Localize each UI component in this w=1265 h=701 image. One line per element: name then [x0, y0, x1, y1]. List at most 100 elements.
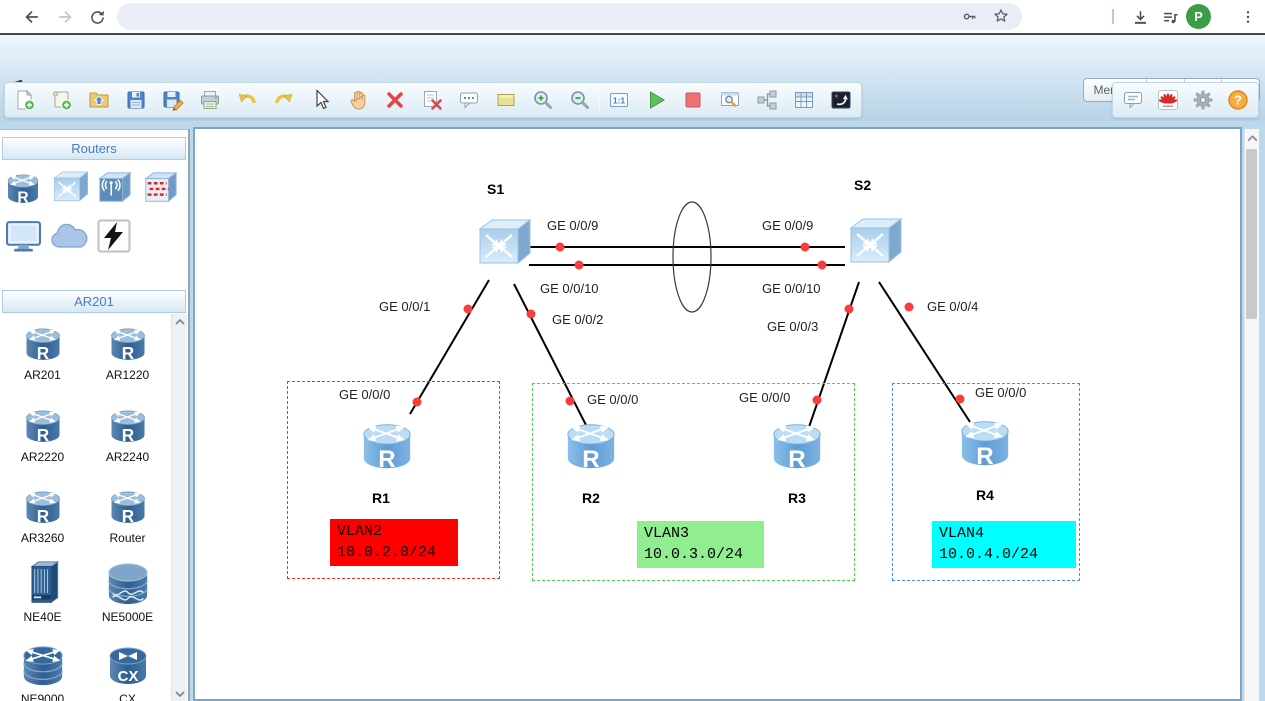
node-switch-s1[interactable]	[472, 217, 532, 276]
redo-icon	[272, 88, 296, 112]
canvas-scroll-up-icon[interactable]	[1245, 134, 1259, 143]
packet-capture-button[interactable]	[718, 88, 742, 112]
bookmark-star-icon[interactable]	[992, 7, 1010, 25]
actual-size-button[interactable]: 1:1	[607, 88, 631, 112]
save-button[interactable]	[124, 88, 148, 112]
toolbar-separator	[1112, 9, 1114, 24]
router-device-icon	[106, 324, 150, 364]
device-item-ar201[interactable]: AR201	[0, 318, 85, 382]
device-label: CX	[119, 692, 136, 701]
zoom-in-button[interactable]	[531, 88, 555, 112]
device-item-ar1220[interactable]: AR1220	[85, 318, 170, 382]
back-icon[interactable]	[19, 4, 45, 30]
device-item-ne40e[interactable]: NE40E	[0, 560, 85, 624]
huawei-button[interactable]	[1156, 88, 1180, 112]
port-label-r3-ge0: GE 0/0/0	[739, 390, 790, 405]
print-button[interactable]	[198, 88, 222, 112]
save-icon	[124, 88, 148, 112]
category-terminal-button[interactable]	[3, 216, 43, 256]
note-tool-button[interactable]	[494, 88, 518, 112]
device-item-ar2240[interactable]: AR2240	[85, 400, 170, 464]
open-topology-button[interactable]	[87, 88, 111, 112]
pan-mode-button[interactable]	[346, 88, 370, 112]
category-wlan-button[interactable]	[94, 168, 134, 208]
category-firewall-button[interactable]	[140, 168, 180, 208]
new-topology-button[interactable]	[13, 88, 37, 112]
console-icon	[829, 88, 853, 112]
main-toolbar: 1:1	[4, 82, 862, 118]
help-button[interactable]: ?	[1226, 88, 1250, 112]
sidebar-header-routers[interactable]: Routers	[2, 137, 186, 160]
delete-all-button[interactable]	[420, 88, 444, 112]
forward-icon[interactable]	[52, 4, 78, 30]
lag-ellipse-annotation[interactable]	[673, 202, 711, 312]
vlan-subnet: 10.0.3.0/24	[644, 544, 757, 565]
category-connection-button[interactable]	[94, 216, 134, 256]
device-item-ar3260[interactable]: AR3260	[0, 481, 85, 545]
vlan4-note[interactable]: VLAN4 10.0.4.0/24	[932, 521, 1076, 568]
device-item-router[interactable]: Router	[85, 481, 170, 545]
new-test-paper-button[interactable]	[50, 88, 74, 112]
reload-icon[interactable]	[84, 4, 110, 30]
device-label: AR2240	[106, 450, 149, 464]
select-mode-button[interactable]	[309, 88, 333, 112]
node-switch-s2[interactable]	[843, 216, 903, 275]
undo-button[interactable]	[235, 88, 259, 112]
canvas-scrollbar-thumb[interactable]	[1246, 149, 1257, 319]
node-router-r1[interactable]	[356, 418, 418, 479]
toolbar-divider	[599, 88, 600, 112]
help-icon: ?	[1226, 88, 1250, 112]
address-bar[interactable]	[117, 3, 1022, 30]
category-switch-button[interactable]	[49, 168, 89, 208]
save-as-button[interactable]	[161, 88, 185, 112]
node-router-r3[interactable]	[766, 418, 828, 479]
address-table-button[interactable]	[792, 88, 816, 112]
router-device-icon	[21, 324, 65, 364]
download-icon[interactable]	[1127, 4, 1153, 30]
vlan-name: VLAN2	[337, 521, 451, 542]
select-cursor-icon	[309, 88, 333, 112]
hand-icon	[346, 88, 370, 112]
port-label-r2-ge0: GE 0/0/0	[587, 392, 638, 407]
sidebar-scrollbar[interactable]	[171, 314, 187, 701]
topology-canvas[interactable]: S1 S2 R1 R2 R3 R4 GE 0/0/9 GE 0/0/10 GE …	[193, 127, 1242, 701]
delete-button[interactable]	[383, 88, 407, 112]
category-router-button[interactable]	[3, 168, 43, 208]
node-router-r4[interactable]	[954, 415, 1016, 476]
settings-button[interactable]	[1191, 88, 1215, 112]
zoom-out-button[interactable]	[568, 88, 592, 112]
forum-button[interactable]	[1121, 88, 1145, 112]
svg-text:1:1: 1:1	[613, 96, 626, 106]
device-item-ne9000[interactable]: NE9000	[0, 642, 85, 701]
vlan2-note[interactable]: VLAN2 10.0.2.0/24	[330, 519, 458, 566]
media-list-icon[interactable]	[1157, 4, 1183, 30]
topology-tree-button[interactable]	[755, 88, 779, 112]
lightning-bolt-icon	[97, 219, 131, 253]
key-icon[interactable]	[961, 8, 978, 25]
port-label-s2-ge10: GE 0/0/10	[762, 281, 821, 296]
router-icon	[954, 415, 1016, 471]
port-label-s1-ge10: GE 0/0/10	[540, 281, 599, 296]
console-button[interactable]	[829, 88, 853, 112]
scroll-up-icon[interactable]	[172, 318, 187, 326]
browser-menu-icon[interactable]	[1235, 4, 1261, 30]
sidebar-header-ar201[interactable]: AR201	[2, 290, 186, 313]
device-item-cx[interactable]: CX	[85, 642, 170, 701]
port-label-s1-ge9: GE 0/0/9	[547, 218, 598, 233]
start-device-button[interactable]	[644, 88, 668, 112]
device-item-ar2220[interactable]: AR2220	[0, 400, 85, 464]
category-cloud-button[interactable]	[49, 216, 89, 256]
router-icon	[560, 418, 622, 474]
scroll-down-icon[interactable]	[172, 690, 187, 698]
save-as-icon	[161, 88, 185, 112]
node-router-r2[interactable]	[560, 418, 622, 479]
vlan3-note[interactable]: VLAN3 10.0.3.0/24	[637, 521, 764, 568]
profile-avatar[interactable]: P	[1186, 4, 1211, 29]
stop-device-button[interactable]	[681, 88, 705, 112]
redo-button[interactable]	[272, 88, 296, 112]
node-label-r4: R4	[976, 487, 994, 503]
text-tool-button[interactable]	[457, 88, 481, 112]
cluster-router-icon	[105, 562, 151, 606]
device-item-ne5000e[interactable]: NE5000E	[85, 560, 170, 624]
device-label: NE9000	[21, 692, 64, 701]
